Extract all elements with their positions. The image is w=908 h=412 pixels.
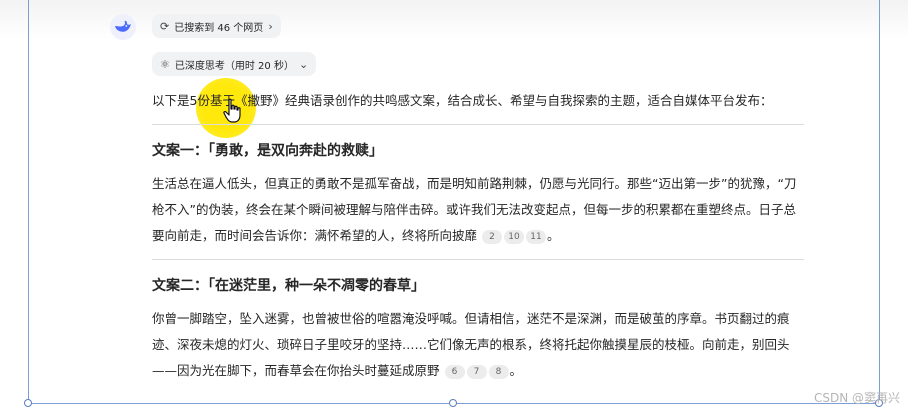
section-1-text: 生活总在逼人低头，但真正的勇敢不是孤军奋战，而是明知前路荆棘，仍愿与光同行。那些… (152, 176, 797, 243)
chevron-right-icon: › (268, 19, 273, 33)
section-2-title: 文案二：「在迷茫里，种一朵不凋零的春草」 (152, 278, 425, 294)
resize-handle-bottom-middle[interactable] (449, 399, 457, 407)
deepseek-whale-icon (115, 20, 131, 32)
intro-paragraph: 以下是5份基于《撒野》经典语录创作的共鸣感文案，结合成长、希望与自我探索的主题，… (152, 93, 773, 108)
citation-badge[interactable]: 10 (504, 229, 524, 244)
citation-badge[interactable]: 7 (466, 364, 487, 379)
deep-think-label: 已深度思考（用时 20 秒） (174, 60, 294, 72)
citation-badge[interactable]: 6 (444, 364, 465, 379)
csdn-watermark: CSDN @窦再兴 (813, 391, 900, 405)
hand-pointer-icon (223, 98, 241, 123)
selection-left-edge (28, 0, 29, 404)
atom-think-icon: ⚛ (160, 57, 170, 71)
section-1-body: 生活总在逼人低头，但真正的勇敢不是孤军奋战，而是明知前路荆棘，仍愿与光同行。那些… (152, 171, 804, 249)
refresh-search-icon: ⟳ (160, 19, 170, 33)
section-1-title: 文案一：「勇敢，是双向奔赴的救赎」 (152, 143, 383, 159)
assistant-response: 以下是5份基于《撒野》经典语录创作的共鸣感文案，结合成长、希望与自我探索的主题，… (152, 88, 804, 384)
chevron-down-icon: ⌄ (298, 57, 309, 71)
top-fade (0, 0, 908, 40)
section-2-body: 你曾一脚踏空，坠入迷雾，也曾被世俗的喧嚣淹没呼喊。但请相信，迷茫不是深渊，而是破… (152, 306, 804, 384)
screenshot-viewport: ⟳ 已搜索到 46 个网页 › ⚛ 已深度思考（用时 20 秒） ⌄ 以下是5份… (0, 0, 908, 412)
citation-badge[interactable]: 11 (526, 229, 546, 244)
section-divider (152, 124, 804, 125)
citation-badge[interactable]: 2 (482, 229, 502, 244)
selection-right-edge (879, 0, 880, 404)
section-2-end: 。 (509, 363, 523, 378)
section-1-end: 。 (547, 228, 560, 243)
section-divider (152, 259, 804, 260)
search-results-label: 已搜索到 46 个网页 (174, 22, 264, 34)
deep-think-toggle[interactable]: ⚛ 已深度思考（用时 20 秒） ⌄ (152, 52, 317, 76)
search-results-toggle[interactable]: ⟳ 已搜索到 46 个网页 › (152, 14, 281, 38)
citation-badge[interactable]: 8 (488, 364, 509, 379)
assistant-avatar (110, 14, 136, 40)
resize-handle-bottom-left[interactable] (24, 399, 32, 407)
